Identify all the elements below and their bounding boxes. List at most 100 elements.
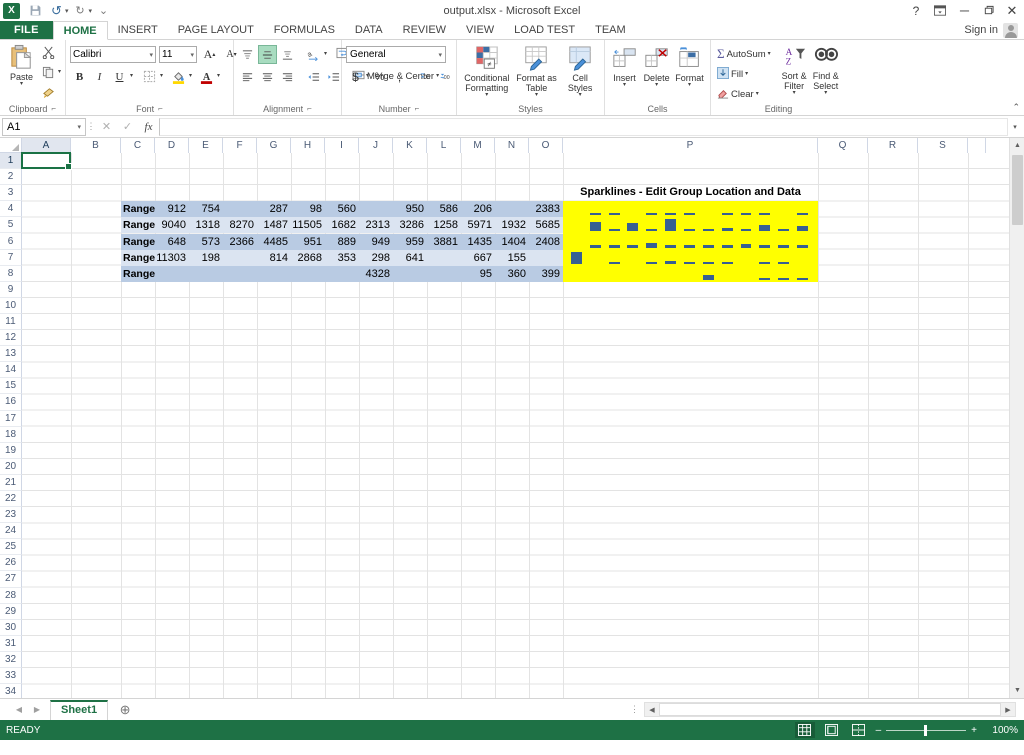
data-cell[interactable]: 353 bbox=[325, 249, 359, 266]
fill-button[interactable]: Fill ▾ bbox=[715, 66, 773, 83]
save-icon[interactable] bbox=[26, 2, 45, 20]
accounting-caret-icon[interactable]: ▾ bbox=[366, 73, 369, 79]
cell-styles-button[interactable]: Cell Styles ▾ bbox=[560, 44, 600, 98]
row-header-27[interactable]: 27 bbox=[0, 571, 22, 588]
data-cell[interactable]: 1318 bbox=[189, 217, 223, 234]
row-header-11[interactable]: 11 bbox=[0, 313, 22, 331]
row-header-25[interactable]: 25 bbox=[0, 539, 22, 556]
accounting-format-icon[interactable]: $ bbox=[346, 67, 365, 86]
row-header-28[interactable]: 28 bbox=[0, 587, 22, 604]
column-header-k[interactable]: K bbox=[393, 138, 427, 153]
data-cell[interactable]: 206 bbox=[461, 201, 495, 218]
column-header-j[interactable]: J bbox=[359, 138, 393, 153]
data-cell[interactable]: 754 bbox=[189, 201, 223, 218]
delete-caret-icon[interactable]: ▾ bbox=[655, 82, 658, 88]
clear-button[interactable]: Clear ▾ bbox=[715, 86, 773, 103]
row-header-34[interactable]: 34 bbox=[0, 684, 22, 698]
row-header-13[interactable]: 13 bbox=[0, 346, 22, 363]
underline-button[interactable]: U bbox=[110, 67, 129, 86]
data-cell[interactable] bbox=[291, 265, 325, 282]
name-box-caret-icon[interactable]: ▾ bbox=[77, 123, 81, 131]
next-sheet-arrow-icon[interactable]: ▶ bbox=[28, 705, 46, 714]
expand-formula-bar-icon[interactable]: ▾ bbox=[1008, 123, 1022, 131]
select-all-corner[interactable] bbox=[0, 138, 22, 153]
horizontal-scrollbar[interactable]: ◀ ▶ bbox=[644, 702, 1016, 717]
column-header-l[interactable]: L bbox=[427, 138, 461, 153]
format-as-table-caret-icon[interactable]: ▾ bbox=[535, 92, 538, 98]
percent-style-icon[interactable]: % bbox=[370, 67, 389, 86]
vertical-scrollbar[interactable]: ▲ ▼ bbox=[1009, 138, 1024, 698]
data-cell[interactable]: 9040 bbox=[155, 217, 189, 234]
column-header-p[interactable]: P bbox=[563, 138, 818, 153]
data-cell[interactable] bbox=[393, 265, 427, 282]
number-format-caret-icon[interactable]: ▾ bbox=[438, 51, 442, 59]
row-header-6[interactable]: 6 bbox=[0, 233, 22, 250]
data-cell[interactable]: 198 bbox=[189, 249, 223, 266]
row-header-5[interactable]: 5 bbox=[0, 217, 22, 234]
insert-caret-icon[interactable]: ▾ bbox=[623, 82, 626, 88]
tab-file[interactable]: FILE bbox=[0, 21, 53, 39]
data-cell[interactable]: 287 bbox=[257, 201, 291, 218]
data-cell[interactable]: 1487 bbox=[257, 217, 291, 234]
fill-color-icon[interactable] bbox=[169, 67, 188, 86]
data-cell[interactable]: 98 bbox=[291, 201, 325, 218]
data-cell[interactable]: 560 bbox=[325, 201, 359, 218]
column-header-s[interactable]: S bbox=[918, 138, 968, 153]
data-cell[interactable]: 2383 bbox=[529, 201, 563, 218]
name-box[interactable]: A1 ▾ bbox=[2, 117, 86, 136]
tab-formulas[interactable]: FORMULAS bbox=[264, 21, 345, 39]
data-cell[interactable]: 1404 bbox=[495, 233, 529, 250]
font-color-caret-icon[interactable]: ▾ bbox=[217, 73, 220, 79]
redo-dropdown-caret-icon[interactable]: ▾ bbox=[89, 7, 93, 15]
decrease-decimal-icon[interactable]: .00 bbox=[436, 67, 455, 86]
data-cell[interactable]: 3286 bbox=[393, 217, 427, 234]
row-header-16[interactable]: 16 bbox=[0, 394, 22, 411]
column-header-g[interactable]: G bbox=[257, 138, 291, 153]
format-caret-icon[interactable]: ▾ bbox=[688, 82, 691, 88]
new-sheet-button[interactable]: ⊕ bbox=[114, 702, 136, 718]
tab-team[interactable]: TEAM bbox=[585, 21, 636, 39]
data-cell[interactable] bbox=[155, 265, 189, 282]
clipboard-dialog-launcher-icon[interactable]: ⌐ bbox=[51, 104, 56, 113]
row-header-26[interactable]: 26 bbox=[0, 555, 22, 572]
data-cell[interactable]: 951 bbox=[291, 233, 325, 250]
sign-in-area[interactable]: Sign in bbox=[964, 21, 1024, 39]
data-cell[interactable] bbox=[223, 249, 257, 266]
column-header-c[interactable]: C bbox=[121, 138, 155, 153]
column-header-i[interactable]: I bbox=[325, 138, 359, 153]
scroll-down-arrow-icon[interactable]: ▼ bbox=[1010, 683, 1024, 698]
help-icon[interactable]: ? bbox=[904, 0, 928, 21]
data-cell[interactable]: 586 bbox=[427, 201, 461, 218]
data-cell[interactable] bbox=[529, 249, 563, 266]
data-cell[interactable]: 8270 bbox=[223, 217, 257, 234]
tab-page-layout[interactable]: PAGE LAYOUT bbox=[168, 21, 264, 39]
confirm-edit-icon[interactable]: ✓ bbox=[117, 120, 138, 133]
autosum-button[interactable]: Σ AutoSum ▾ bbox=[715, 45, 773, 63]
underline-caret-icon[interactable]: ▾ bbox=[130, 73, 133, 79]
scroll-right-arrow-icon[interactable]: ▶ bbox=[1001, 706, 1015, 714]
customize-quick-access-toolbar-icon[interactable]: ⌄ bbox=[94, 2, 113, 20]
page-layout-view-icon[interactable] bbox=[822, 722, 842, 738]
data-cell[interactable] bbox=[223, 265, 257, 282]
horizontal-split-handle[interactable]: ⋮ bbox=[630, 704, 644, 715]
number-dialog-launcher-icon[interactable]: ⌐ bbox=[415, 104, 420, 113]
data-cell[interactable]: 912 bbox=[155, 201, 189, 218]
data-cell[interactable]: 5971 bbox=[461, 217, 495, 234]
font-size-combobox[interactable]: 11 ▾ bbox=[159, 46, 197, 63]
row-header-4[interactable]: 4 bbox=[0, 201, 22, 218]
data-cell[interactable] bbox=[427, 249, 461, 266]
data-cell[interactable]: 1682 bbox=[325, 217, 359, 234]
row-header-17[interactable]: 17 bbox=[0, 410, 22, 427]
tab-home[interactable]: HOME bbox=[52, 21, 108, 40]
row-header-19[interactable]: 19 bbox=[0, 442, 22, 459]
column-header-h[interactable]: H bbox=[291, 138, 325, 153]
conditional-formatting-caret-icon[interactable]: ▾ bbox=[485, 92, 488, 98]
row-header-32[interactable]: 32 bbox=[0, 651, 22, 668]
column-header-n[interactable]: N bbox=[495, 138, 529, 153]
data-cell[interactable]: 4485 bbox=[257, 233, 291, 250]
fill-color-caret-icon[interactable]: ▾ bbox=[189, 73, 192, 79]
paste-button[interactable]: Paste ▾ bbox=[4, 42, 39, 87]
paste-dropdown-caret-icon[interactable]: ▾ bbox=[20, 81, 23, 87]
data-cell[interactable]: 959 bbox=[393, 233, 427, 250]
tab-insert[interactable]: INSERT bbox=[108, 21, 168, 39]
